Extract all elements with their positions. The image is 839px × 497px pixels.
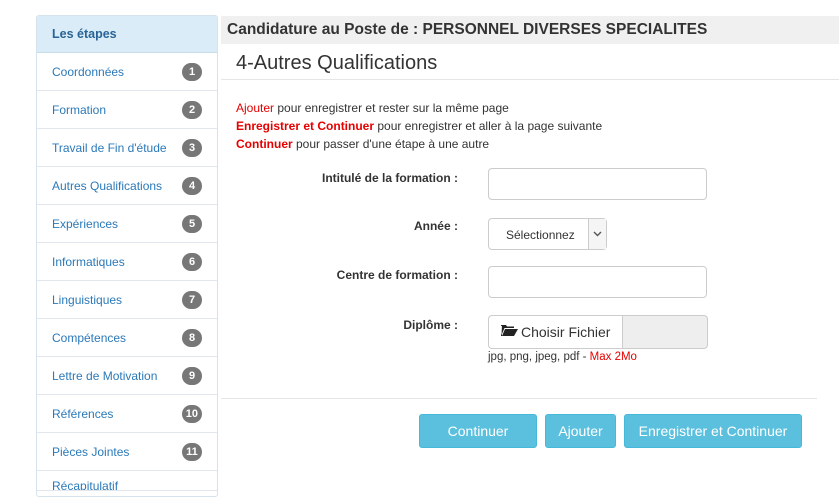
sidebar-title: Les étapes: [37, 16, 217, 53]
step-badge: 10: [181, 404, 202, 423]
step-badge: 5: [182, 214, 202, 233]
sidebar-item-informatiques[interactable]: Informatiques 6: [37, 243, 217, 281]
instruction-keyword: Continuer: [236, 137, 293, 151]
section-title: 4-Autres Qualifications: [236, 52, 438, 74]
annee-select[interactable]: Sélectionnez: [488, 218, 607, 250]
step-badge: 7: [182, 290, 202, 309]
centre-label: Centre de formation :: [336, 268, 458, 282]
step-badge: 11: [182, 442, 202, 461]
sidebar-item-label: Autres Qualifications: [52, 178, 163, 193]
annee-label: Année :: [413, 219, 458, 233]
sidebar-item-label: Références: [52, 406, 114, 421]
instruction-text: pour enregistrer et rester sur la même p…: [274, 101, 509, 115]
sidebar-item-label: Compétences: [52, 330, 127, 345]
step-badge: 3: [182, 138, 202, 157]
enregistrer-continuer-button[interactable]: Enregistrer et Continuer: [624, 414, 802, 448]
step-badge: 4: [182, 176, 202, 195]
sidebar-item-travail-fin-etude[interactable]: Travail de Fin d'étude 3: [37, 129, 217, 167]
sidebar-item-linguistiques[interactable]: Linguistiques 7: [37, 281, 217, 319]
sidebar-item-formation[interactable]: Formation 2: [37, 91, 217, 129]
diplome-file-group: Choisir Fichier: [488, 315, 708, 349]
intitule-input[interactable]: [488, 168, 707, 200]
step-badge: 2: [182, 100, 202, 119]
sidebar-item-label: Pièces Jointes: [52, 444, 130, 459]
step-badge: 6: [182, 252, 202, 271]
instruction-text: pour enregistrer et aller à la page suiv…: [374, 119, 603, 133]
sidebar-item-experiences[interactable]: Expériences 5: [37, 205, 217, 243]
annee-selected-value: Sélectionnez: [506, 228, 575, 242]
chevron-down-icon: [588, 219, 606, 249]
divider: [221, 398, 817, 399]
file-format-hint: jpg, png, jpeg, pdf - Max 2Mo: [488, 351, 637, 363]
sidebar-item-label: Travail de Fin d'étude: [52, 140, 167, 155]
sidebar-item-lettre-motivation[interactable]: Lettre de Motivation 9: [37, 357, 217, 395]
ajouter-button[interactable]: Ajouter: [545, 414, 616, 448]
sidebar-item-label: Coordonnées: [52, 64, 125, 79]
sidebar-item-label: Linguistiques: [52, 292, 123, 307]
sidebar-item-label: Formation: [52, 102, 107, 117]
instruction-line: Continuer pour passer d'une étape à une …: [236, 135, 602, 153]
continuer-button[interactable]: Continuer: [419, 414, 537, 448]
divider: [221, 79, 839, 80]
step-badge: 9: [182, 366, 202, 385]
centre-input[interactable]: [488, 266, 707, 298]
sidebar-item-label: Informatiques: [52, 254, 125, 269]
sidebar-item-label: Expériences: [52, 216, 119, 231]
choose-file-label: Choisir Fichier: [521, 324, 611, 340]
sidebar-item-label: Récapitulatif: [52, 479, 119, 491]
sidebar-item-pieces-jointes[interactable]: Pièces Jointes 11: [37, 433, 217, 471]
intitule-label: Intitulé de la formation :: [321, 171, 458, 185]
sidebar-item-competences[interactable]: Compétences 8: [37, 319, 217, 357]
instruction-keyword: Ajouter: [236, 101, 275, 115]
page-header: Candidature au Poste de : PERSONNEL DIVE…: [221, 16, 839, 44]
diplome-label: Diplôme :: [403, 318, 458, 332]
step-badge: 8: [182, 328, 202, 347]
file-max-size: Max 2Mo: [589, 351, 637, 363]
instruction-text: pour passer d'une étape à une autre: [292, 137, 490, 151]
sidebar-item-coordonnees[interactable]: Coordonnées 1: [37, 53, 217, 91]
instructions: Ajouter pour enregistrer et rester sur l…: [236, 99, 602, 153]
choose-file-button[interactable]: Choisir Fichier: [488, 315, 623, 349]
sidebar-item-label: Lettre de Motivation: [52, 368, 158, 383]
file-name-display[interactable]: [622, 315, 708, 349]
instruction-keyword: Enregistrer et Continuer: [236, 119, 375, 133]
folder-open-icon: [501, 324, 521, 340]
sidebar-item-autres-qualifications[interactable]: Autres Qualifications 4: [37, 167, 217, 205]
sidebar-item-recapitulatif[interactable]: Récapitulatif: [37, 471, 217, 491]
instruction-line: Ajouter pour enregistrer et rester sur l…: [236, 99, 602, 117]
sidebar-item-references[interactable]: Références 10: [37, 395, 217, 433]
steps-sidebar: Les étapes Coordonnées 1 Formation 2 Tra…: [36, 15, 218, 497]
file-formats-text: jpg, png, jpeg, pdf -: [488, 351, 590, 363]
instruction-line: Enregistrer et Continuer pour enregistre…: [236, 117, 602, 135]
step-badge: 1: [182, 62, 202, 81]
